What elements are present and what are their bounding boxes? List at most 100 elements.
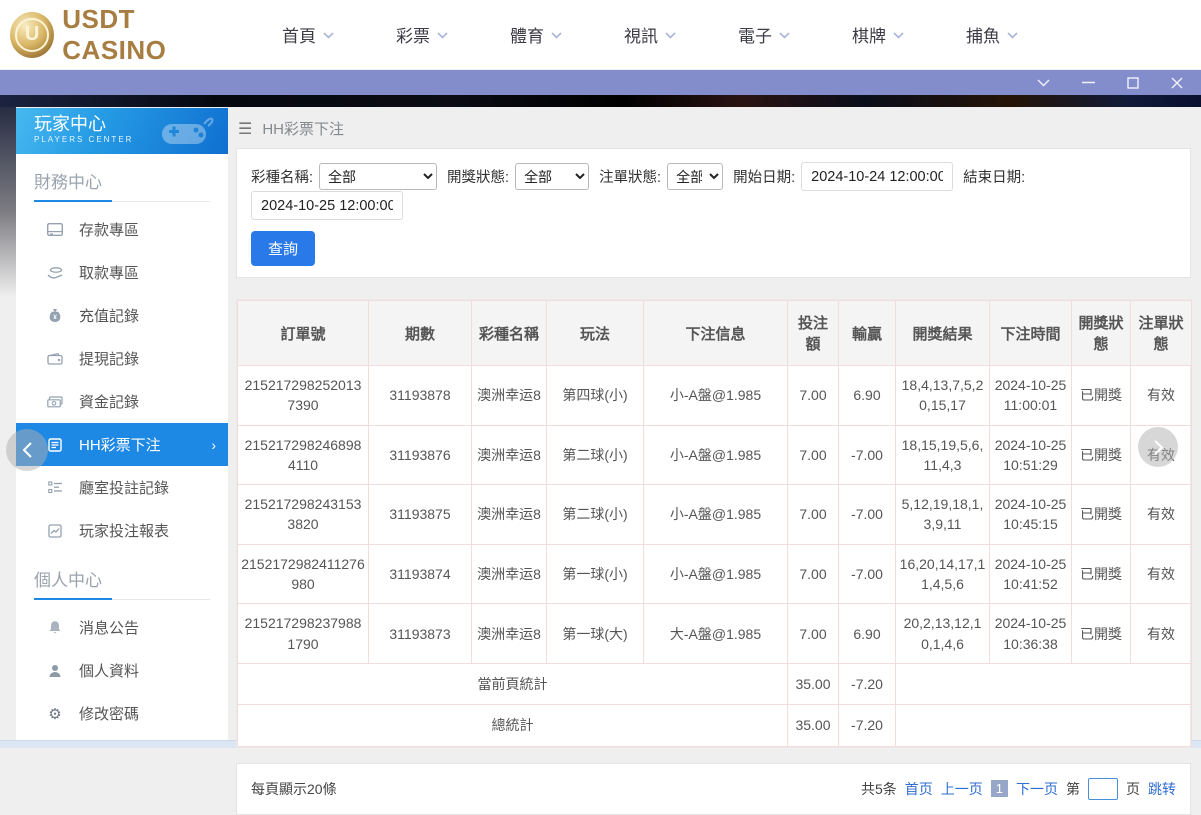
hamburger-menu-icon[interactable]: ☰ <box>238 119 252 139</box>
cell-lottery-name: 澳洲幸运8 <box>471 365 547 426</box>
sidebar-collapse-button[interactable] <box>6 429 48 471</box>
sidebar-item-announcements[interactable]: 消息公告 <box>16 606 228 649</box>
cell-order-status: 有效 <box>1130 365 1192 426</box>
current-page-badge: 1 <box>990 780 1008 798</box>
draw-status-label: 開獎狀態: <box>447 170 510 186</box>
collapse-icon[interactable] <box>1037 79 1050 87</box>
nav-item-sports[interactable]: 體育 <box>510 22 562 47</box>
banknotes-icon <box>46 395 64 408</box>
jump-page-input[interactable] <box>1088 777 1118 800</box>
cell-bet-amount: 7.00 <box>787 484 839 545</box>
cell-winloss: 6.90 <box>838 365 896 426</box>
next-page-link[interactable]: 下一页 <box>1016 779 1058 799</box>
query-button[interactable]: 查詢 <box>251 231 316 266</box>
nav-item-live[interactable]: 視訊 <box>624 22 676 47</box>
prev-page-link[interactable]: 上一页 <box>941 779 983 799</box>
content-area: 玩家中心 PLAYERS CENTER 財務中心 存款專區 取款專區 ¥ 充值記… <box>0 107 1201 815</box>
nav-label: 棋牌 <box>852 27 886 46</box>
sidebar-item-room-bet-record[interactable]: 廳室投註記錄 <box>16 466 228 509</box>
nav-item-slots[interactable]: 電子 <box>738 22 790 47</box>
col-draw-status: 開獎狀態 <box>1071 300 1131 366</box>
brand-logo[interactable]: U USDT CASINO <box>10 4 240 66</box>
sidebar-item-recharge-record[interactable]: ¥ 充值記錄 <box>16 294 228 337</box>
chevron-down-icon <box>893 32 904 39</box>
table-row: 2152172982431533820 31193875 澳洲幸运8 第二球(小… <box>237 484 1192 545</box>
cell-draw-result: 5,12,19,18,1,3,9,11 <box>895 484 990 545</box>
panel-expand-button[interactable] <box>1138 427 1178 467</box>
sidebar-item-deposit[interactable]: 存款專區 <box>16 208 228 251</box>
document-icon <box>46 437 64 452</box>
sidebar-item-change-password[interactable]: ⚙ 修改密碼 <box>16 692 228 735</box>
main-panel: ☰ HH彩票下注 彩種名稱: 全部 開獎狀態: 全部 注單狀態: 全部 開始日期… <box>236 107 1192 815</box>
cell-winloss: -7.00 <box>838 543 896 605</box>
cell-bet-amount: 7.00 <box>787 543 839 605</box>
cell-draw-status: 已開獎 <box>1071 424 1131 486</box>
jump-prefix-text: 第 <box>1066 780 1080 797</box>
maximize-icon[interactable] <box>1127 76 1139 89</box>
nav-item-fishing[interactable]: 捕魚 <box>966 22 1018 47</box>
sidebar-item-label: 玩家投注報表 <box>79 523 170 540</box>
cell-draw-result: 20,2,13,12,10,1,4,6 <box>895 603 990 664</box>
lottery-name-select[interactable]: 全部 <box>319 163 438 190</box>
top-header: U USDT CASINO 首頁 彩票 體育 視訊 電子 棋牌 捕魚 <box>0 0 1201 70</box>
summary-winloss-total: -7.20 <box>838 704 896 747</box>
cell-lottery-name: 澳洲幸运8 <box>471 543 547 605</box>
window-titlebar <box>0 70 1201 95</box>
table-row: 2152172982468984110 31193876 澳洲幸运8 第二球(小… <box>237 424 1192 486</box>
table-row: 2152172982379881790 31193873 澳洲幸运8 第一球(大… <box>237 603 1192 664</box>
sidebar-item-label: 取款專區 <box>79 265 140 282</box>
nav-item-home[interactable]: 首頁 <box>282 22 334 47</box>
close-icon[interactable] <box>1171 77 1183 89</box>
draw-status-select[interactable]: 全部 <box>515 163 590 190</box>
withdraw-hand-icon <box>46 266 64 279</box>
cell-period: 31193876 <box>368 424 472 486</box>
sidebar-header: 玩家中心 PLAYERS CENTER <box>16 108 228 154</box>
nav-item-lottery[interactable]: 彩票 <box>396 22 448 47</box>
cell-bet-time: 2024-10-25 10:51:29 <box>989 424 1072 486</box>
window-controls <box>1037 76 1183 89</box>
sidebar-item-profile[interactable]: 個人資料 <box>16 649 228 692</box>
gear-icon: ⚙ <box>48 705 62 723</box>
coin-logo-icon: U <box>10 11 55 58</box>
summary-empty <box>895 704 1192 747</box>
summary-winloss-total: -7.20 <box>838 662 896 706</box>
cell-bet-time: 2024-10-25 10:45:15 <box>989 484 1072 545</box>
sidebar-item-label: HH彩票下注 <box>79 437 161 454</box>
chart-icon <box>46 523 64 538</box>
cell-bet-info: 小-A盤@1.985 <box>643 543 788 605</box>
end-date-input[interactable] <box>251 191 403 220</box>
cell-draw-status: 已開獎 <box>1071 543 1131 605</box>
minimize-icon[interactable] <box>1082 81 1095 84</box>
first-page-link[interactable]: 首页 <box>905 779 933 799</box>
chevron-down-icon <box>1007 32 1018 39</box>
sidebar-item-withdraw-record[interactable]: 提現記錄 <box>16 337 228 380</box>
col-bet-time: 下注時間 <box>989 300 1072 366</box>
section-label-personal: 個人中心 <box>34 566 210 600</box>
cell-play-type: 第一球(大) <box>546 603 644 664</box>
cell-order-id: 2152172982520137390 <box>237 365 369 426</box>
col-draw-result: 開獎結果 <box>895 300 990 366</box>
order-status-select[interactable]: 全部 <box>667 163 724 190</box>
cell-bet-info: 小-A盤@1.985 <box>643 424 788 486</box>
sidebar-item-funds-record[interactable]: 資金記錄 <box>16 380 228 423</box>
chevron-right-icon <box>1153 439 1163 455</box>
page-size-text: 每頁顯示20條 <box>251 780 337 797</box>
sidebar-item-player-bet-report[interactable]: 玩家投注報表 <box>16 509 228 552</box>
cell-draw-status: 已開獎 <box>1071 484 1131 545</box>
start-date-label: 開始日期: <box>733 170 796 186</box>
sidebar-section-agent: 代理中心 <box>16 735 228 740</box>
page-title: HH彩票下注 <box>262 121 345 138</box>
jump-button[interactable]: 跳转 <box>1148 779 1176 799</box>
col-order-status: 注單狀態 <box>1130 300 1192 366</box>
nav-item-cards[interactable]: 棋牌 <box>852 22 904 47</box>
sidebar-item-withdraw[interactable]: 取款專區 <box>16 251 228 294</box>
lottery-name-label: 彩種名稱: <box>251 170 314 186</box>
main-nav: 首頁 彩票 體育 視訊 電子 棋牌 捕魚 <box>282 22 1018 47</box>
sidebar-item-hh-lottery-bets[interactable]: HH彩票下注 › <box>16 423 228 466</box>
cell-period: 31193874 <box>368 543 472 605</box>
start-date-input[interactable] <box>801 162 954 191</box>
brand-name: USDT CASINO <box>62 3 167 65</box>
nav-label: 體育 <box>510 27 544 46</box>
sidebar-section-finance: 財務中心 <box>16 154 228 208</box>
cell-order-id: 2152172982379881790 <box>237 603 369 664</box>
